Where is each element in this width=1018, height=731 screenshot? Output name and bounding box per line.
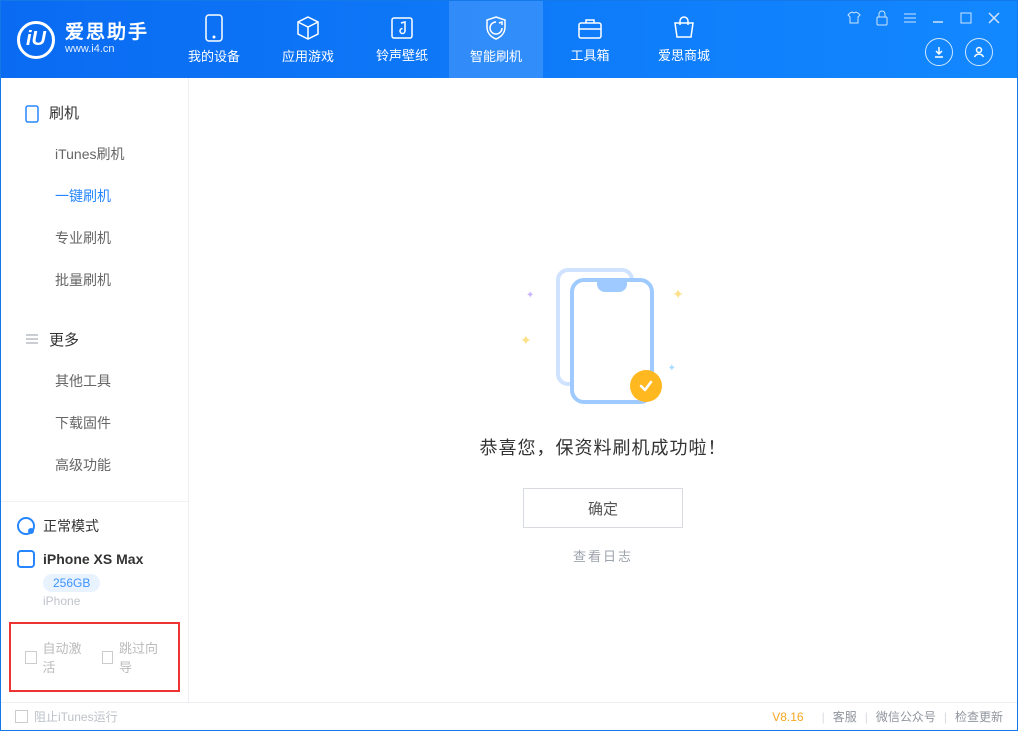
device-type: iPhone (43, 594, 172, 608)
nav-my-device[interactable]: 我的设备 (167, 1, 261, 78)
device-panel: 正常模式 iPhone XS Max 256GB iPhone (1, 501, 188, 614)
body: 刷机 iTunes刷机 一键刷机 专业刷机 批量刷机 更多 其他工具 下载固件 … (1, 78, 1017, 702)
sparkle-icon: ✦ (526, 290, 534, 301)
bottom-options-highlight: 自动激活 跳过向导 (9, 622, 180, 692)
lock-icon[interactable] (873, 9, 891, 27)
sidebar-item-batch-flash[interactable]: 批量刷机 (1, 259, 188, 301)
status-bar: 阻止iTunes运行 V8.16 | 客服 | 微信公众号 | 检查更新 (1, 702, 1017, 730)
sidebar-group-more[interactable]: 更多 (1, 319, 188, 360)
device-name: iPhone XS Max (43, 551, 143, 567)
link-support[interactable]: 客服 (833, 708, 857, 725)
sparkle-icon: ✦ (668, 363, 676, 374)
user-button[interactable] (965, 38, 993, 66)
device-capacity: 256GB (43, 574, 100, 592)
checkbox-block-itunes[interactable]: 阻止iTunes运行 (15, 708, 118, 725)
checkbox-icon (15, 710, 28, 723)
app-site: www.i4.cn (65, 42, 149, 56)
device-icon (17, 550, 35, 568)
nav-ringtone-wallpaper[interactable]: 铃声壁纸 (355, 1, 449, 78)
header-round-buttons (925, 38, 993, 66)
header: iU 爱思助手 www.i4.cn 我的设备 应用游戏 铃声壁纸 智能刷机 (1, 1, 1017, 78)
phone-icon (25, 105, 41, 121)
mode-icon (17, 517, 35, 535)
checkbox-icon (25, 651, 37, 664)
logo-icon: iU (17, 21, 55, 59)
success-message: 恭喜您，保资料刷机成功啦！ (480, 434, 727, 460)
window-controls (845, 9, 1003, 27)
ok-button[interactable]: 确定 (523, 488, 683, 528)
main-panel: ✦ ✦ ✦ ✦ 恭喜您，保资料刷机成功啦！ 确定 查看日志 (189, 78, 1017, 702)
tshirt-icon[interactable] (845, 9, 863, 27)
view-log-link[interactable]: 查看日志 (573, 546, 633, 565)
sidebar: 刷机 iTunes刷机 一键刷机 专业刷机 批量刷机 更多 其他工具 下载固件 … (1, 78, 189, 702)
checkbox-skip-guide[interactable]: 跳过向导 (102, 638, 165, 676)
close-button[interactable] (985, 9, 1003, 27)
download-button[interactable] (925, 38, 953, 66)
menu-icon[interactable] (901, 9, 919, 27)
version-label: V8.16 (772, 710, 803, 724)
nav-store[interactable]: 爱思商城 (637, 1, 731, 78)
nav-toolbox[interactable]: 工具箱 (543, 1, 637, 78)
app-name: 爱思助手 (65, 23, 149, 42)
top-nav: 我的设备 应用游戏 铃声壁纸 智能刷机 工具箱 爱思商城 (167, 1, 731, 78)
device-mode: 正常模式 (17, 516, 172, 536)
sidebar-group-flash[interactable]: 刷机 (1, 92, 188, 133)
list-icon (25, 332, 41, 348)
sidebar-item-download-firmware[interactable]: 下载固件 (1, 402, 188, 444)
nav-smart-flash[interactable]: 智能刷机 (449, 1, 543, 78)
link-check-update[interactable]: 检查更新 (955, 708, 1003, 725)
success-illustration: ✦ ✦ ✦ ✦ (548, 268, 658, 408)
minimize-button[interactable] (929, 9, 947, 27)
sparkle-icon: ✦ (520, 332, 532, 349)
app-window: iU 爱思助手 www.i4.cn 我的设备 应用游戏 铃声壁纸 智能刷机 (0, 0, 1018, 731)
sidebar-item-itunes-flash[interactable]: iTunes刷机 (1, 133, 188, 175)
sidebar-item-advanced[interactable]: 高级功能 (1, 444, 188, 486)
maximize-button[interactable] (957, 9, 975, 27)
sidebar-item-other-tools[interactable]: 其他工具 (1, 360, 188, 402)
nav-apps-games[interactable]: 应用游戏 (261, 1, 355, 78)
sidebar-item-oneclick-flash[interactable]: 一键刷机 (1, 175, 188, 217)
checkbox-icon (102, 651, 114, 664)
device-name-row[interactable]: iPhone XS Max (17, 550, 172, 568)
success-badge-icon (630, 370, 662, 402)
logo: iU 爱思助手 www.i4.cn (1, 1, 167, 78)
checkbox-auto-activate[interactable]: 自动激活 (25, 638, 88, 676)
sidebar-item-pro-flash[interactable]: 专业刷机 (1, 217, 188, 259)
link-wechat[interactable]: 微信公众号 (876, 708, 936, 725)
sparkle-icon: ✦ (672, 286, 684, 303)
